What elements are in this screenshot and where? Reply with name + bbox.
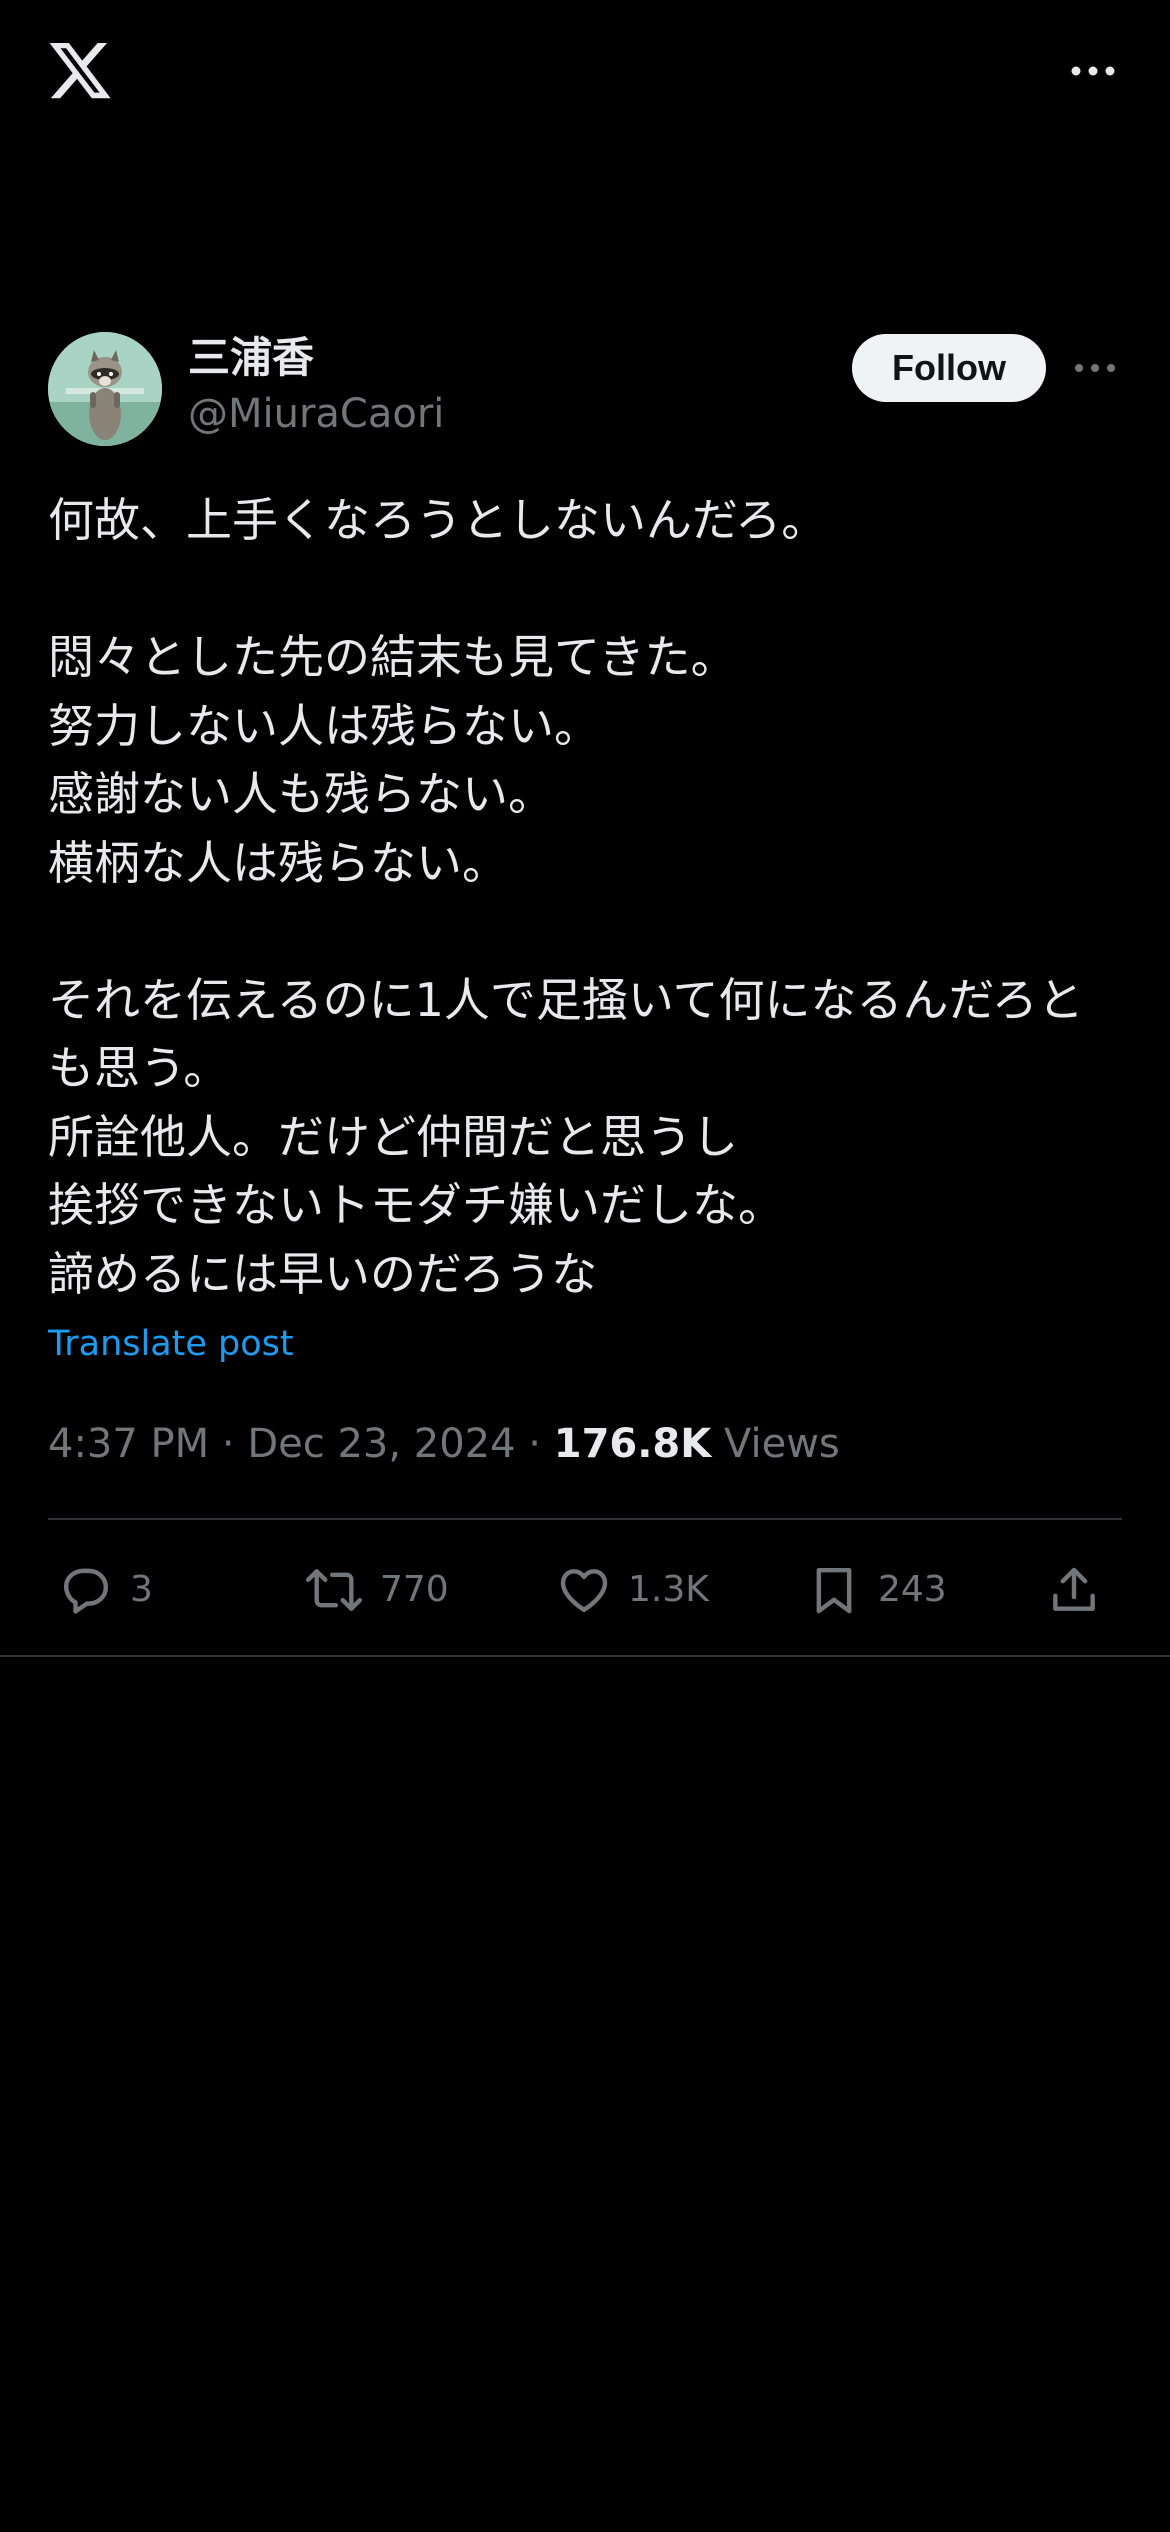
post-line: 諦めるには早いのだろうな	[48, 1246, 598, 1301]
heart-icon	[560, 1569, 608, 1613]
more-horizontal-icon[interactable]	[1068, 56, 1118, 86]
views-label: Views	[723, 1421, 840, 1467]
post-more-icon[interactable]	[1072, 354, 1118, 382]
bookmark-button[interactable]: 243	[806, 1550, 947, 1630]
divider	[0, 1655, 1170, 1657]
share-button[interactable]	[1046, 1550, 1102, 1630]
views-count[interactable]: 176.8K	[554, 1421, 712, 1467]
like-count: 1.3K	[628, 1569, 709, 1610]
translate-post-link[interactable]: Translate post	[48, 1320, 294, 1368]
repost-icon	[305, 1569, 363, 1611]
post-line: 悶々とした先の結末も見てきた。	[48, 630, 737, 684]
repost-button[interactable]: 770	[304, 1550, 449, 1630]
post-line: 感謝ない人も残らない。	[48, 767, 554, 821]
post-blank-line	[48, 555, 1128, 624]
share-icon	[1053, 1567, 1095, 1611]
avatar[interactable]	[48, 332, 162, 446]
post-date[interactable]: Dec 23, 2024	[247, 1421, 515, 1467]
raccoon-avatar-icon	[48, 332, 162, 446]
reply-button[interactable]: 3	[58, 1550, 153, 1630]
repost-count: 770	[380, 1569, 449, 1610]
x-logo-icon[interactable]	[46, 40, 114, 104]
post-author-row: 三浦香 @MiuraCaori Follow	[48, 332, 1122, 448]
author-handle[interactable]: @MiuraCaori	[188, 388, 444, 440]
bookmark-icon	[816, 1567, 852, 1614]
post-line: 努力しない人は残らない。	[48, 698, 600, 753]
meta-separator: ·	[221, 1421, 248, 1467]
follow-button[interactable]: Follow	[852, 334, 1046, 402]
post-time[interactable]: 4:37 PM	[48, 1421, 209, 1467]
post-line: 所詮他人。だけど仲間だと思うし	[48, 1109, 738, 1164]
action-bar: 3 770 1.3K 243	[48, 1550, 1122, 1630]
post-line: 横柄な人は残らない。	[48, 835, 508, 890]
post-line: それを伝えるのに1人で足掻いて何になるんだろとも思う。	[48, 972, 1084, 1096]
post-line: 何故、上手くなろうとしないんだろ。	[48, 493, 828, 547]
reply-icon	[63, 1568, 109, 1614]
bookmark-count: 243	[878, 1569, 947, 1610]
post-meta: 4:37 PM · Dec 23, 2024 · 176.8K Views	[48, 1418, 840, 1470]
post-line: 挨拶できないトモダチ嫌いだしな。	[48, 1178, 784, 1232]
reply-count: 3	[130, 1569, 153, 1610]
meta-separator: ·	[528, 1421, 554, 1467]
divider	[48, 1518, 1122, 1520]
post-text: 何故、上手くなろうとしないんだろ。 悶々とした先の結末も見てきた。 努力しない人…	[48, 486, 1128, 1308]
top-bar	[0, 0, 1170, 150]
author-display-name[interactable]: 三浦香	[188, 332, 314, 384]
post-blank-line	[48, 897, 1128, 966]
like-button[interactable]: 1.3K	[556, 1550, 709, 1630]
